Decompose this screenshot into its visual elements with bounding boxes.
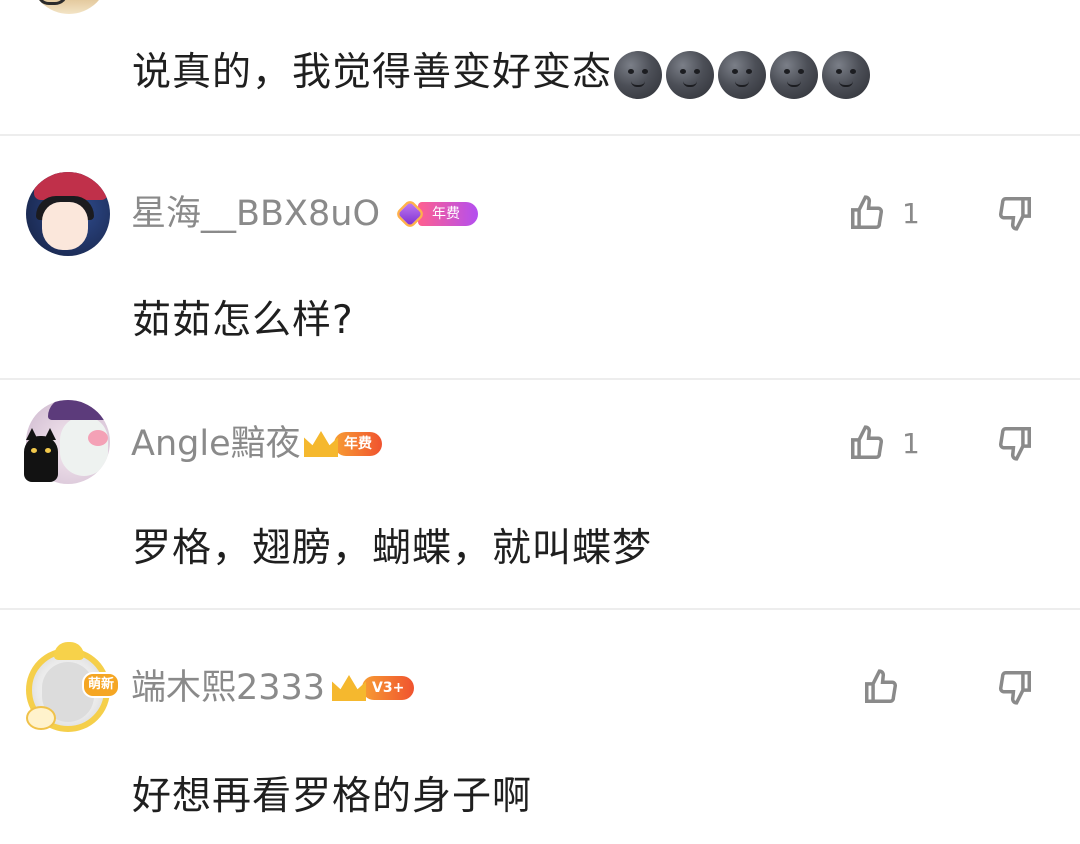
like-button[interactable]: 1 xyxy=(848,424,920,462)
comment-item: 说真的，我觉得善变好变态 xyxy=(0,0,1080,136)
badge-label: 年费 xyxy=(418,202,478,226)
annual-member-badge: 年费 xyxy=(304,428,382,460)
thumbs-down-icon xyxy=(999,197,1031,231)
comment-item: Angle黯夜 年费 1 罗格，翅膀，蝴蝶，就叫蝶梦 xyxy=(0,378,1080,610)
like-count: 1 xyxy=(902,426,920,460)
thumbs-up-icon xyxy=(851,195,883,229)
crown-icon xyxy=(332,675,366,701)
comment-text: 好想再看罗格的身子啊 xyxy=(132,774,533,819)
dislike-button[interactable] xyxy=(996,424,1034,462)
username[interactable]: 端木熙2333 xyxy=(131,666,325,710)
newbie-tag: 萌新 xyxy=(82,672,120,698)
comment-item: 星海__BBX8uO 年费 1 茹茹怎么样? xyxy=(0,134,1080,380)
new-moon-face-icon xyxy=(614,50,663,99)
comment-text: 说真的，我觉得善变好变态 xyxy=(132,48,871,99)
dislike-button[interactable] xyxy=(996,194,1034,232)
bun-decoration-icon xyxy=(26,706,56,730)
emoji-row xyxy=(614,50,871,99)
comment-body: 说真的，我觉得善变好变态 xyxy=(132,50,613,95)
chick-decoration-icon xyxy=(54,642,84,660)
comment-item: 萌新 端木熙2333 V3+ 好想再看罗格的身子啊 xyxy=(0,608,1080,844)
thumbs-up-icon xyxy=(865,669,897,703)
annual-member-badge: 年费 xyxy=(394,198,478,230)
new-moon-face-icon xyxy=(770,50,819,99)
avatar[interactable] xyxy=(26,172,110,256)
vip-level-badge: V3+ xyxy=(332,672,415,704)
badge-label: 年费 xyxy=(334,432,382,456)
new-moon-face-icon xyxy=(666,50,715,99)
new-moon-face-icon xyxy=(718,50,767,99)
username[interactable]: 星海__BBX8uO xyxy=(131,192,380,236)
thumbs-down-icon xyxy=(999,427,1031,461)
new-moon-face-icon xyxy=(822,50,871,99)
comment-text: 茹茹怎么样? xyxy=(132,298,354,343)
like-count: 1 xyxy=(902,196,920,230)
crown-icon xyxy=(304,431,338,457)
thumbs-down-icon xyxy=(999,671,1031,705)
username[interactable]: Angle黯夜 xyxy=(131,422,301,466)
comment-text: 罗格，翅膀，蝴蝶，就叫蝶梦 xyxy=(132,526,653,571)
like-button[interactable]: 1 xyxy=(848,194,920,232)
dislike-button[interactable] xyxy=(996,668,1034,706)
thumbs-up-icon xyxy=(851,425,883,459)
badge-label: V3+ xyxy=(362,676,415,700)
cat-decoration-icon xyxy=(24,428,58,482)
like-button[interactable] xyxy=(862,668,900,706)
